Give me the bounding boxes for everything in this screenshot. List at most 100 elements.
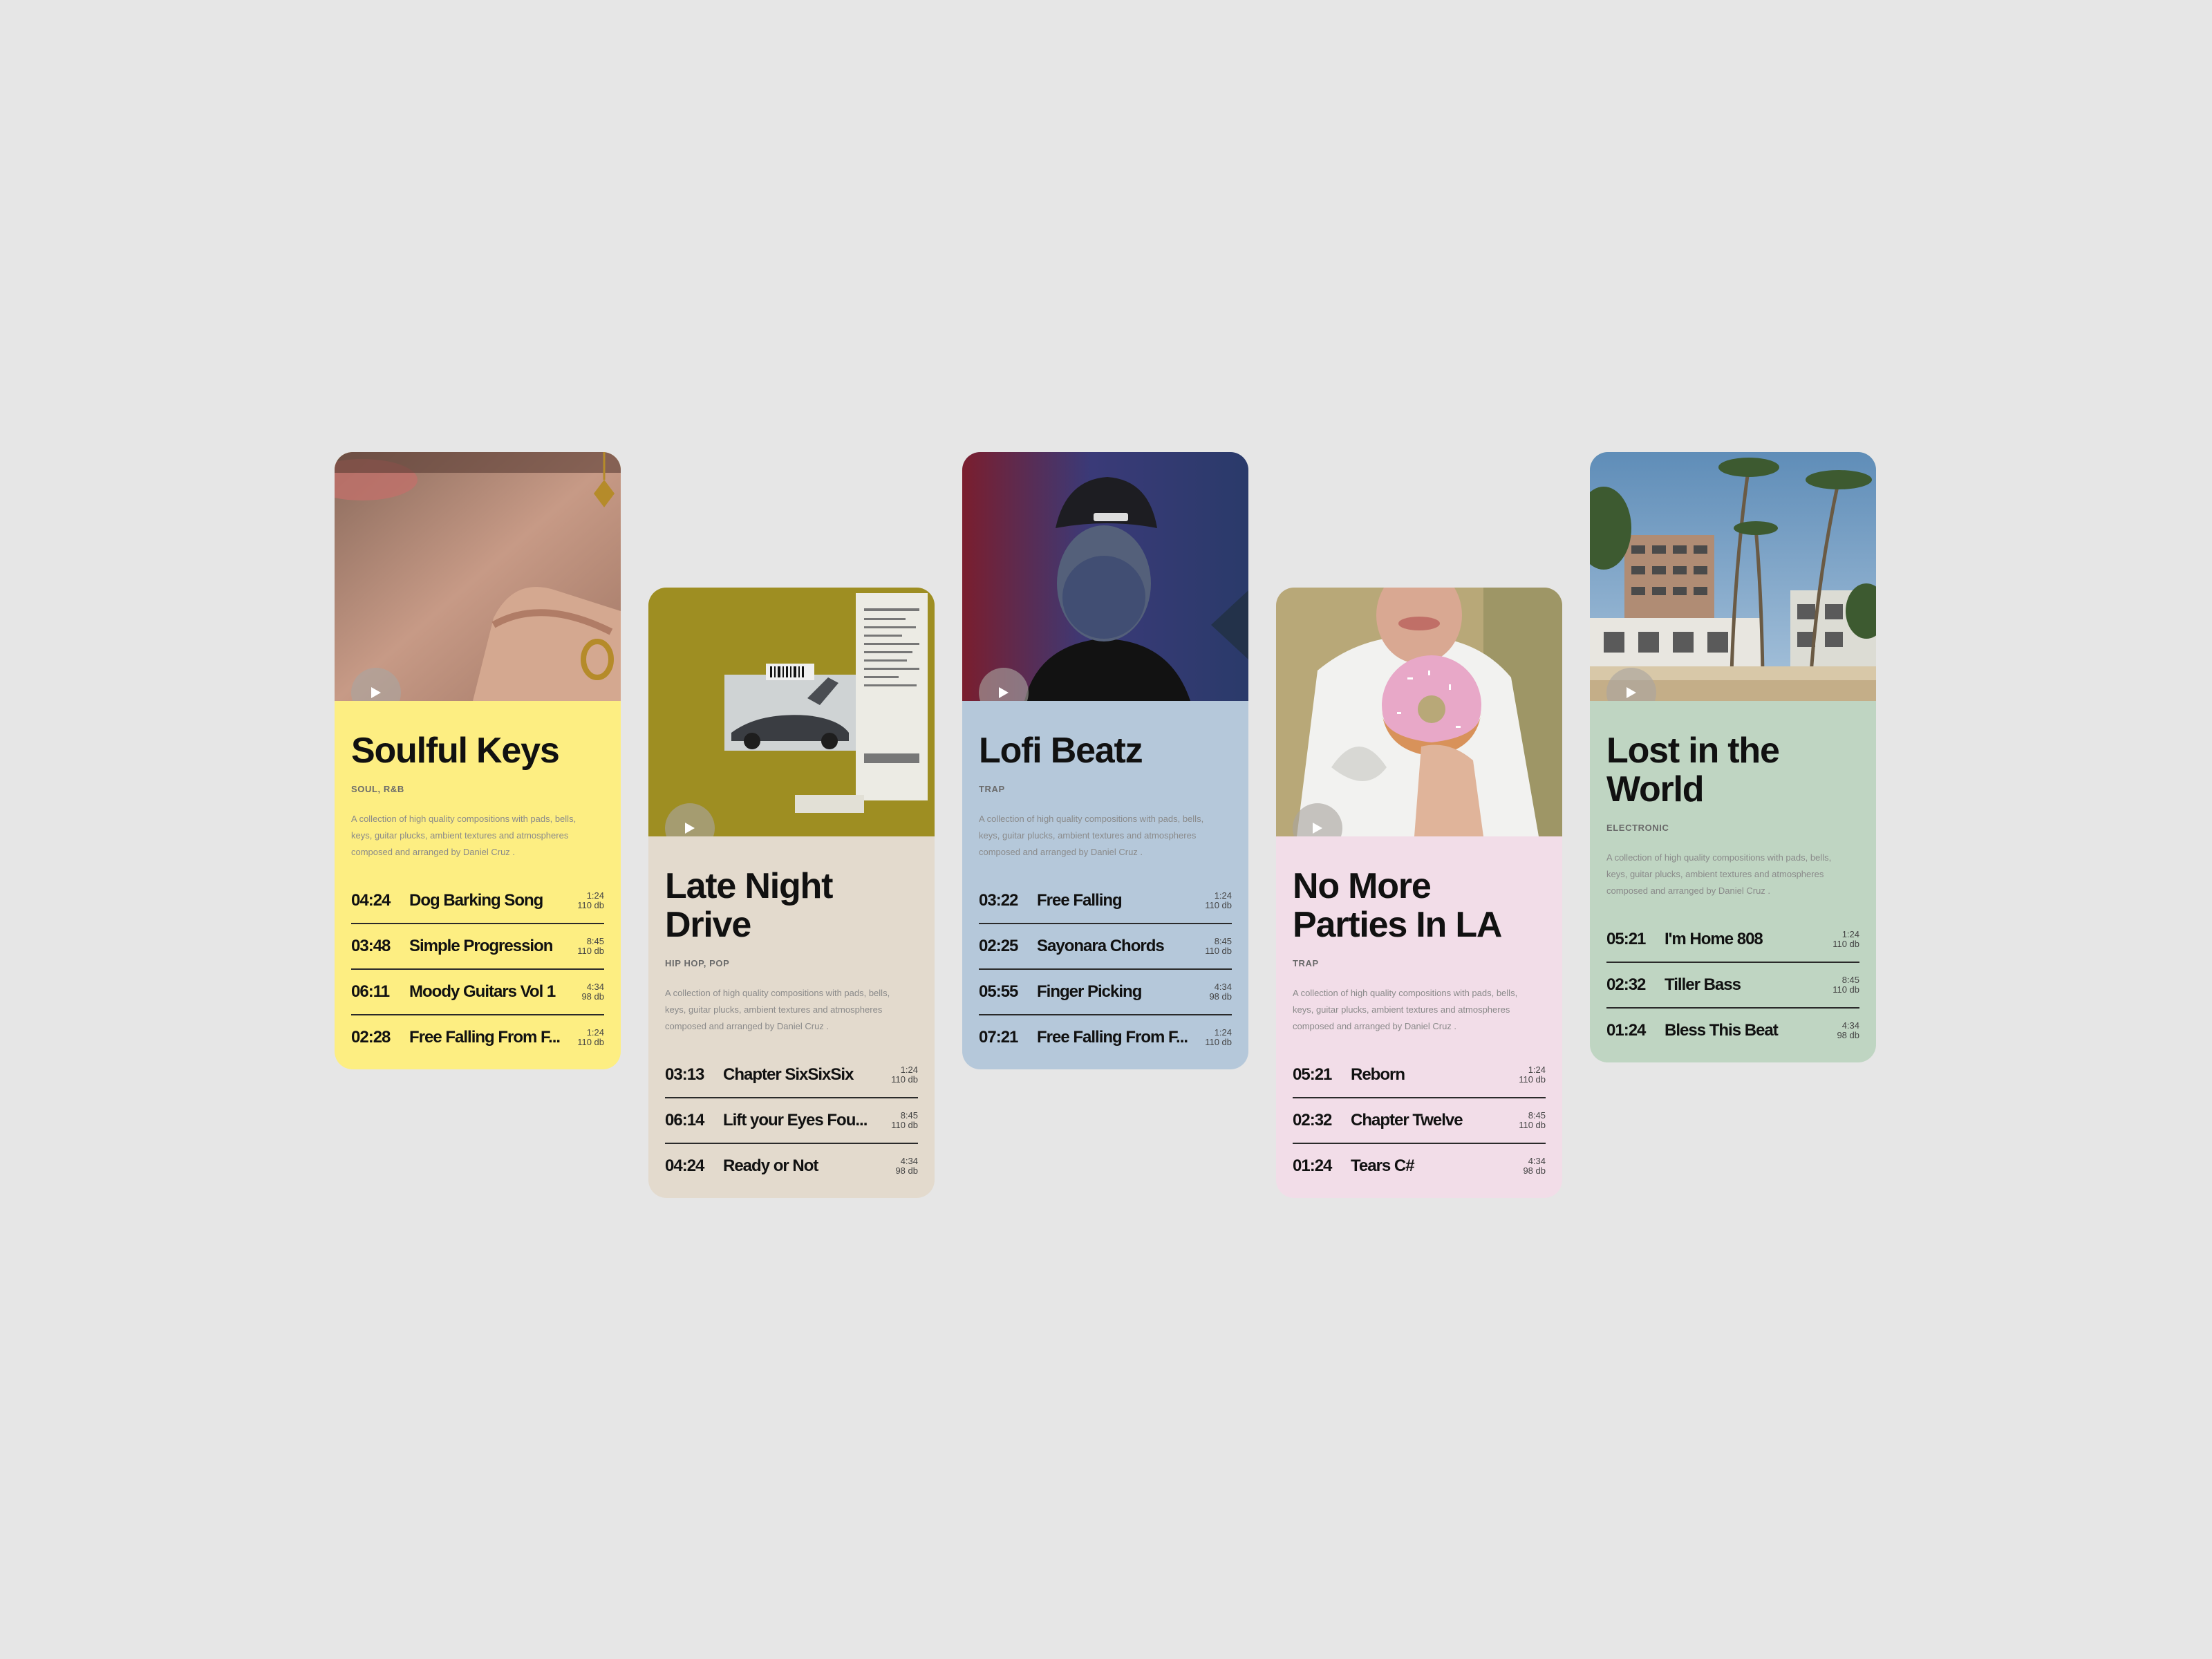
track-duration: 1:24 — [586, 1027, 604, 1038]
track-row[interactable]: 01:24 Tears C# 4:34 98 db — [1293, 1144, 1546, 1188]
track-duration: 8:45 — [586, 936, 604, 946]
track-meta: 1:24 110 db — [1824, 930, 1859, 949]
album-card-lost-in-the-world[interactable]: Lost in the World ELECTRONIC A collectio… — [1590, 452, 1876, 1062]
track-meta: 1:24 110 db — [568, 1028, 604, 1047]
track-name: Dog Barking Song — [409, 891, 543, 910]
track-db: 110 db — [1519, 1074, 1546, 1085]
play-icon — [685, 823, 695, 834]
album-card-no-more-parties-in-la[interactable]: No More Parties In LA TRAP A collection … — [1276, 588, 1562, 1198]
track-duration: 1:24 — [1528, 1065, 1546, 1075]
track-db: 98 db — [581, 991, 604, 1002]
track-name: Ready or Not — [723, 1156, 818, 1175]
track-db: 110 db — [1833, 984, 1859, 995]
album-genre: ELECTRONIC — [1606, 823, 1669, 833]
play-icon — [371, 687, 381, 698]
track-name: Chapter SixSixSix — [723, 1065, 854, 1084]
track-db: 110 db — [1519, 1120, 1546, 1130]
track-name: Lift your Eyes Fou... — [723, 1111, 868, 1130]
track-row[interactable]: 05:21 I'm Home 808 1:24 110 db — [1606, 917, 1859, 963]
track-time: 02:28 — [351, 1028, 391, 1047]
track-name: Tiller Bass — [1665, 975, 1741, 994]
track-row[interactable]: 05:55 Finger Picking 4:34 98 db — [979, 970, 1232, 1015]
track-row[interactable]: 06:14 Lift your Eyes Fou... 8:45 110 db — [665, 1098, 918, 1144]
track-row[interactable]: 01:24 Bless This Beat 4:34 98 db — [1606, 1009, 1859, 1053]
track-db: 110 db — [1205, 946, 1232, 956]
track-time: 02:32 — [1293, 1111, 1332, 1130]
album-card-soulful-keys[interactable]: Soulful Keys SOUL, R&B A collection of h… — [335, 452, 621, 1069]
track-list: 03:13 Chapter SixSixSix 1:24 110 db 06:14… — [665, 1053, 918, 1188]
album-description: A collection of high quality composition… — [1606, 852, 1832, 896]
track-meta: 1:24 110 db — [1196, 1028, 1232, 1047]
track-time: 03:13 — [665, 1065, 704, 1084]
track-meta: 8:45 110 db — [1510, 1111, 1546, 1130]
album-genre: HIP HOP, POP — [665, 958, 730, 968]
album-cover-image — [1276, 588, 1562, 836]
track-name: I'm Home 808 — [1665, 930, 1763, 948]
album-title: No More Parties In LA — [1293, 866, 1502, 945]
album-title: Lofi Beatz — [979, 731, 1143, 771]
album-genre: TRAP — [1293, 958, 1319, 968]
album-description: A collection of high quality composition… — [351, 814, 577, 857]
track-duration: 8:45 — [1528, 1110, 1546, 1121]
track-meta: 4:34 98 db — [1510, 1156, 1546, 1176]
track-name: Chapter Twelve — [1351, 1111, 1463, 1130]
track-time: 05:21 — [1293, 1065, 1332, 1084]
track-row[interactable]: 06:11 Moody Guitars Vol 1 4:34 98 db — [351, 970, 604, 1015]
track-row[interactable]: 04:24 Dog Barking Song 1:24 110 db — [351, 879, 604, 924]
track-row[interactable]: 04:24 Ready or Not 4:34 98 db — [665, 1144, 918, 1188]
album-title: Lost in the World — [1606, 731, 1780, 809]
album-description: A collection of high quality composition… — [665, 988, 890, 1031]
track-row[interactable]: 03:13 Chapter SixSixSix 1:24 110 db — [665, 1053, 918, 1098]
track-db: 110 db — [891, 1074, 918, 1085]
track-db: 110 db — [577, 946, 604, 956]
album-cover-image — [962, 452, 1248, 701]
track-row[interactable]: 02:25 Sayonara Chords 8:45 110 db — [979, 924, 1232, 970]
track-db: 98 db — [1837, 1030, 1859, 1040]
album-cover-image — [335, 452, 621, 701]
track-name: Sayonara Chords — [1037, 937, 1165, 955]
track-name: Tears C# — [1351, 1156, 1415, 1175]
track-duration: 4:34 — [1528, 1156, 1546, 1166]
track-meta: 8:45 110 db — [568, 937, 604, 956]
track-db: 110 db — [1205, 1037, 1232, 1047]
album-card-lofi-beatz[interactable]: Lofi Beatz TRAP A collection of high qua… — [962, 452, 1248, 1069]
track-duration: 8:45 — [1214, 936, 1232, 946]
track-db: 98 db — [1209, 991, 1232, 1002]
track-name: Free Falling From F... — [1037, 1028, 1188, 1047]
track-time: 03:22 — [979, 891, 1018, 910]
track-name: Bless This Beat — [1665, 1021, 1779, 1040]
track-row[interactable]: 03:22 Free Falling 1:24 110 db — [979, 879, 1232, 924]
track-meta: 1:24 110 db — [568, 891, 604, 910]
track-list: 05:21 Reborn 1:24 110 db 02:32 Chapter Tw… — [1293, 1053, 1546, 1188]
track-name: Reborn — [1351, 1065, 1405, 1084]
track-row[interactable]: 02:32 Tiller Bass 8:45 110 db — [1606, 963, 1859, 1009]
track-db: 110 db — [577, 1037, 604, 1047]
track-row[interactable]: 03:48 Simple Progression 8:45 110 db — [351, 924, 604, 970]
album-cover-image — [648, 588, 935, 836]
track-db: 110 db — [577, 900, 604, 910]
track-duration: 1:24 — [1214, 890, 1232, 901]
track-row[interactable]: 02:32 Chapter Twelve 8:45 110 db — [1293, 1098, 1546, 1144]
track-row[interactable]: 05:21 Reborn 1:24 110 db — [1293, 1053, 1546, 1098]
cover-illustration — [648, 588, 935, 836]
track-duration: 4:34 — [900, 1156, 918, 1166]
track-time: 03:48 — [351, 937, 391, 955]
album-card-late-night-drive[interactable]: Late Night Drive HIP HOP, POP A collecti… — [648, 588, 935, 1198]
track-duration: 4:34 — [586, 982, 604, 992]
album-description: A collection of high quality composition… — [1293, 988, 1518, 1031]
track-duration: 8:45 — [1841, 975, 1859, 985]
track-name: Simple Progression — [409, 937, 553, 955]
track-list: 03:22 Free Falling 1:24 110 db 02:25 Sayo… — [979, 879, 1232, 1060]
track-time: 01:24 — [1293, 1156, 1332, 1175]
track-time: 04:24 — [665, 1156, 704, 1175]
play-icon — [1627, 687, 1636, 698]
play-icon — [999, 687, 1009, 698]
track-row[interactable]: 02:28 Free Falling From F... 1:24 110 db — [351, 1015, 604, 1060]
track-row[interactable]: 07:21 Free Falling From F... 1:24 110 db — [979, 1015, 1232, 1060]
track-db: 110 db — [1833, 939, 1859, 949]
track-db: 98 db — [1523, 1165, 1546, 1176]
track-meta: 1:24 110 db — [882, 1065, 918, 1085]
track-name: Finger Picking — [1037, 982, 1142, 1001]
track-db: 110 db — [891, 1120, 918, 1130]
track-duration: 1:24 — [586, 890, 604, 901]
